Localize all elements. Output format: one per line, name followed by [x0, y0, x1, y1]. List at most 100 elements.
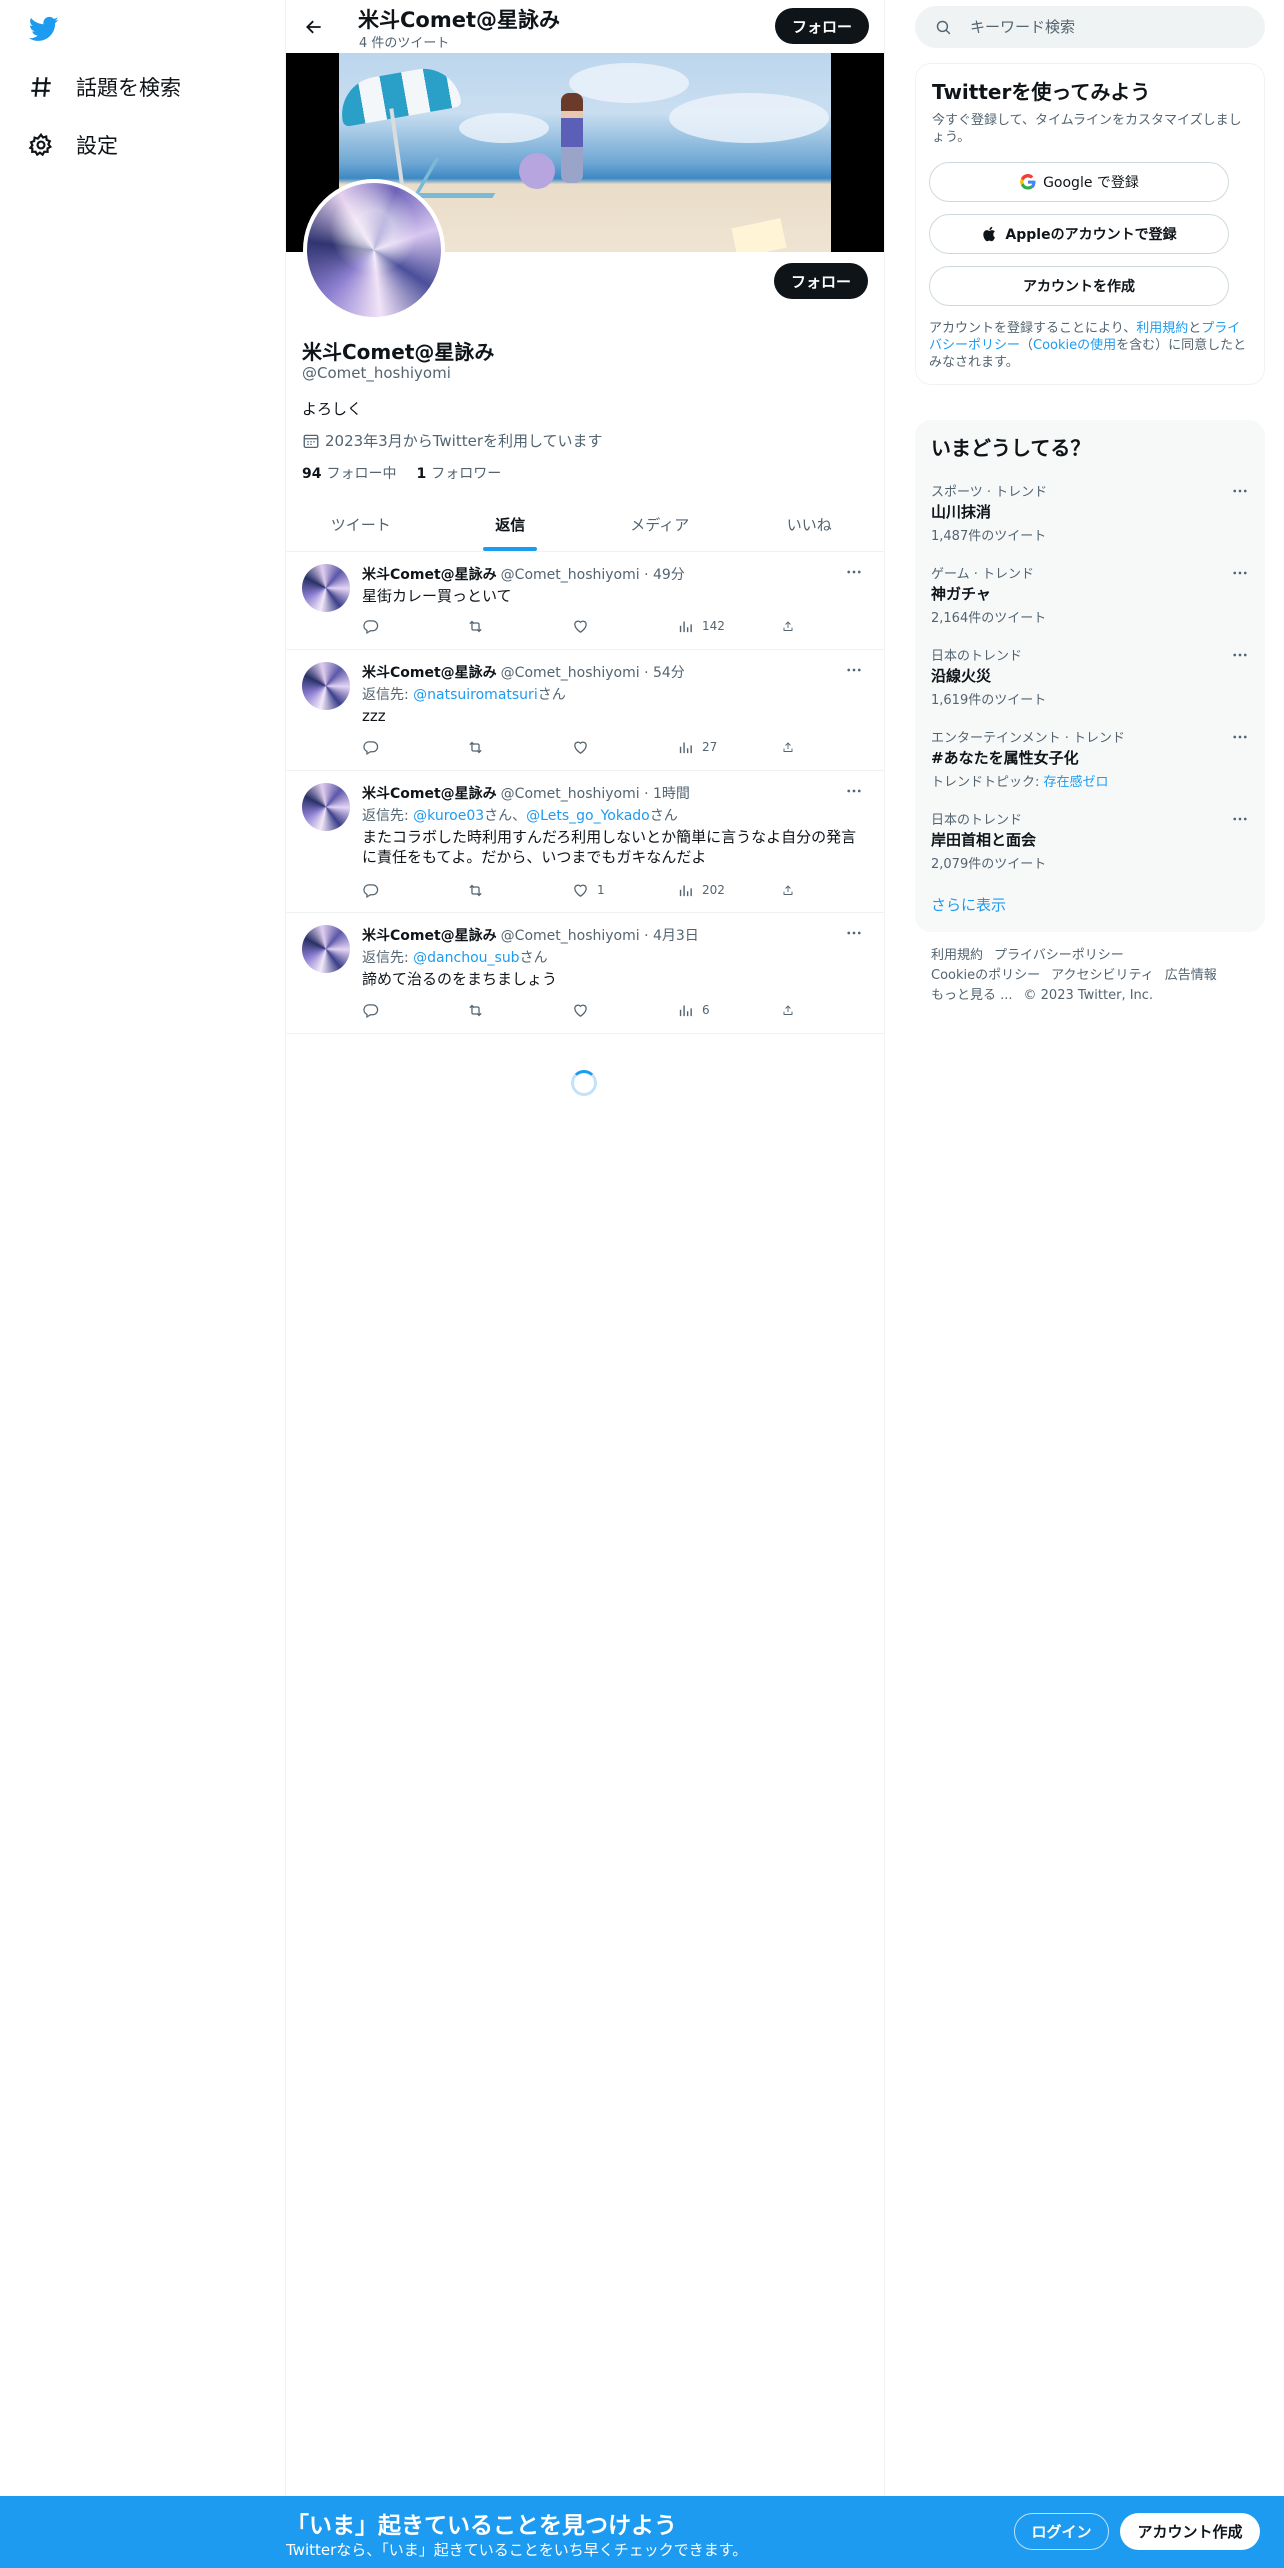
- tweet-author-name[interactable]: 米斗Comet@星詠み: [362, 662, 497, 682]
- reply-mention-link[interactable]: @danchou_sub: [413, 950, 519, 966]
- tweet-more-button[interactable]: [842, 923, 866, 943]
- tweet-meta[interactable]: @Comet_hoshiyomi · 49分: [501, 564, 685, 584]
- views-button[interactable]: 6: [677, 1000, 747, 1020]
- footer-link-privacy[interactable]: プライバシーポリシー: [994, 948, 1124, 963]
- trend-item[interactable]: エンターテインメント · トレンド #あなたを属性女子化 トレンドトピック: 存…: [915, 727, 1265, 809]
- like-button[interactable]: [572, 616, 642, 636]
- login-button[interactable]: ログイン: [1014, 2513, 1109, 2550]
- reply-mention-link[interactable]: @kuroe03: [413, 808, 484, 824]
- views-button[interactable]: 27: [677, 737, 747, 757]
- retweet-button[interactable]: [467, 880, 537, 900]
- views-button[interactable]: 202: [677, 880, 747, 900]
- reply-suffix: さん: [537, 687, 566, 703]
- tweet-more-button[interactable]: [842, 562, 866, 582]
- tweet-author-name[interactable]: 米斗Comet@星詠み: [362, 564, 497, 584]
- cookie-link[interactable]: Cookieの使用: [1033, 338, 1116, 353]
- tweet-meta[interactable]: @Comet_hoshiyomi · 1時間: [501, 783, 690, 803]
- back-button[interactable]: [296, 9, 332, 45]
- like-count: 1: [597, 883, 605, 897]
- profile-header-bar: 米斗Comet@星詠み 4 件のツイート フォロー: [286, 0, 884, 53]
- trend-category: ゲーム · トレンド: [931, 567, 1035, 582]
- tab-tweets[interactable]: ツイート: [286, 498, 436, 551]
- tweet[interactable]: 米斗Comet@星詠み @Comet_hoshiyomi · 1時間 返信先: …: [286, 771, 884, 913]
- tweet-author-name[interactable]: 米斗Comet@星詠み: [362, 925, 497, 945]
- terms-link[interactable]: 利用規約: [1136, 321, 1188, 336]
- footer-link-ads[interactable]: 広告情報: [1165, 968, 1217, 983]
- views-chart-icon: [679, 742, 692, 753]
- search-input[interactable]: [970, 18, 1230, 36]
- google-signup-button[interactable]: Google で登録: [929, 162, 1229, 202]
- trend-item[interactable]: スポーツ · トレンド 山川抹消 1,487件のツイート: [915, 481, 1265, 563]
- footer-link-cookie[interactable]: Cookieのポリシー: [931, 968, 1040, 983]
- share-icon: [783, 1004, 793, 1015]
- trend-topic-link[interactable]: 存在感ゼロ: [1044, 775, 1109, 790]
- views-button[interactable]: 142: [677, 616, 747, 636]
- create-account-button[interactable]: アカウントを作成: [929, 266, 1229, 306]
- tweet[interactable]: 米斗Comet@星詠み @Comet_hoshiyomi · 54分 返信先: …: [286, 650, 884, 771]
- profile-joined-date: 2023年3月からTwitterを利用しています: [302, 430, 603, 451]
- search-box[interactable]: [915, 6, 1265, 48]
- retweet-button[interactable]: [467, 1000, 537, 1020]
- tweet-avatar[interactable]: [302, 564, 350, 612]
- footer-link-accessibility[interactable]: アクセシビリティ: [1051, 968, 1154, 983]
- following-link[interactable]: 94 フォロー中: [302, 463, 396, 483]
- nav-explore[interactable]: 話題を検索: [28, 63, 181, 111]
- like-button[interactable]: [572, 737, 642, 757]
- trends-show-more-link[interactable]: さらに表示: [931, 894, 1006, 915]
- signup-legal-text: アカウントを登録することにより、利用規約とプライバシーポリシー（Cookieの使…: [929, 320, 1249, 371]
- tweet-meta[interactable]: @Comet_hoshiyomi · 54分: [501, 662, 685, 682]
- reply-mention-link[interactable]: @natsuiromatsuri: [413, 687, 538, 703]
- profile-follow-button[interactable]: フォロー: [774, 263, 868, 299]
- footer-link-terms[interactable]: 利用規約: [931, 948, 983, 963]
- nav-settings[interactable]: 設定: [28, 121, 118, 169]
- trend-item[interactable]: 日本のトレンド 岸田首相と面会 2,079件のツイート: [915, 809, 1265, 891]
- trend-count: 1,619件のツイート: [931, 693, 1047, 708]
- reply-mention-link[interactable]: @Lets_go_Yokado: [526, 808, 650, 824]
- tweet-author-name[interactable]: 米斗Comet@星詠み: [362, 783, 497, 803]
- reply-button[interactable]: [362, 616, 432, 636]
- share-icon: [783, 620, 793, 631]
- tweet-avatar[interactable]: [302, 783, 350, 831]
- share-button[interactable]: [782, 880, 802, 900]
- tweet[interactable]: 米斗Comet@星詠み @Comet_hoshiyomi · 49分 星街カレー…: [286, 552, 884, 650]
- tab-likes[interactable]: いいね: [735, 498, 885, 551]
- trend-category: エンターテインメント · トレンド: [931, 731, 1126, 746]
- reply-button[interactable]: [362, 1000, 432, 1020]
- profile-joined-text: 2023年3月からTwitterを利用しています: [325, 432, 603, 450]
- trend-more-button[interactable]: [1228, 809, 1252, 829]
- more-dots-icon: [1233, 817, 1247, 821]
- tweet-more-button[interactable]: [842, 781, 866, 801]
- retweet-button[interactable]: [467, 737, 537, 757]
- reply-prefix: 返信先:: [362, 808, 414, 824]
- trend-more-button[interactable]: [1228, 563, 1252, 583]
- reply-button[interactable]: [362, 880, 432, 900]
- tweet-more-button[interactable]: [842, 660, 866, 680]
- tweet-avatar[interactable]: [302, 662, 350, 710]
- trend-item[interactable]: 日本のトレンド 沿線火災 1,619件のツイート: [915, 645, 1265, 727]
- trend-item[interactable]: ゲーム · トレンド 神ガチャ 2,164件のツイート: [915, 563, 1265, 645]
- followers-link[interactable]: 1 フォロワー: [416, 463, 501, 483]
- trend-more-button[interactable]: [1228, 727, 1252, 747]
- retweet-button[interactable]: [467, 616, 537, 636]
- share-icon: [783, 884, 793, 895]
- share-button[interactable]: [782, 737, 802, 757]
- twitter-logo-icon[interactable]: [28, 14, 60, 44]
- tab-media[interactable]: メディア: [585, 498, 735, 551]
- footer-link-more[interactable]: もっと見る ...: [931, 988, 1013, 1003]
- share-button[interactable]: [782, 616, 802, 636]
- apple-signup-button[interactable]: Appleのアカウントで登録: [929, 214, 1229, 254]
- tab-replies[interactable]: 返信: [436, 498, 586, 551]
- trend-more-button[interactable]: [1228, 645, 1252, 665]
- like-button[interactable]: 1: [572, 880, 642, 900]
- signup-button[interactable]: アカウント作成: [1120, 2513, 1260, 2550]
- share-button[interactable]: [782, 1000, 802, 1020]
- tweet-avatar[interactable]: [302, 925, 350, 973]
- header-follow-button[interactable]: フォロー: [775, 8, 869, 44]
- like-button[interactable]: [572, 1000, 642, 1020]
- profile-avatar[interactable]: [303, 179, 445, 321]
- trend-more-button[interactable]: [1228, 481, 1252, 501]
- profile-bio: よろしく: [302, 400, 363, 418]
- tweet[interactable]: 米斗Comet@星詠み @Comet_hoshiyomi · 4月3日 返信先:…: [286, 913, 884, 1034]
- tweet-meta[interactable]: @Comet_hoshiyomi · 4月3日: [501, 925, 699, 945]
- reply-button[interactable]: [362, 737, 432, 757]
